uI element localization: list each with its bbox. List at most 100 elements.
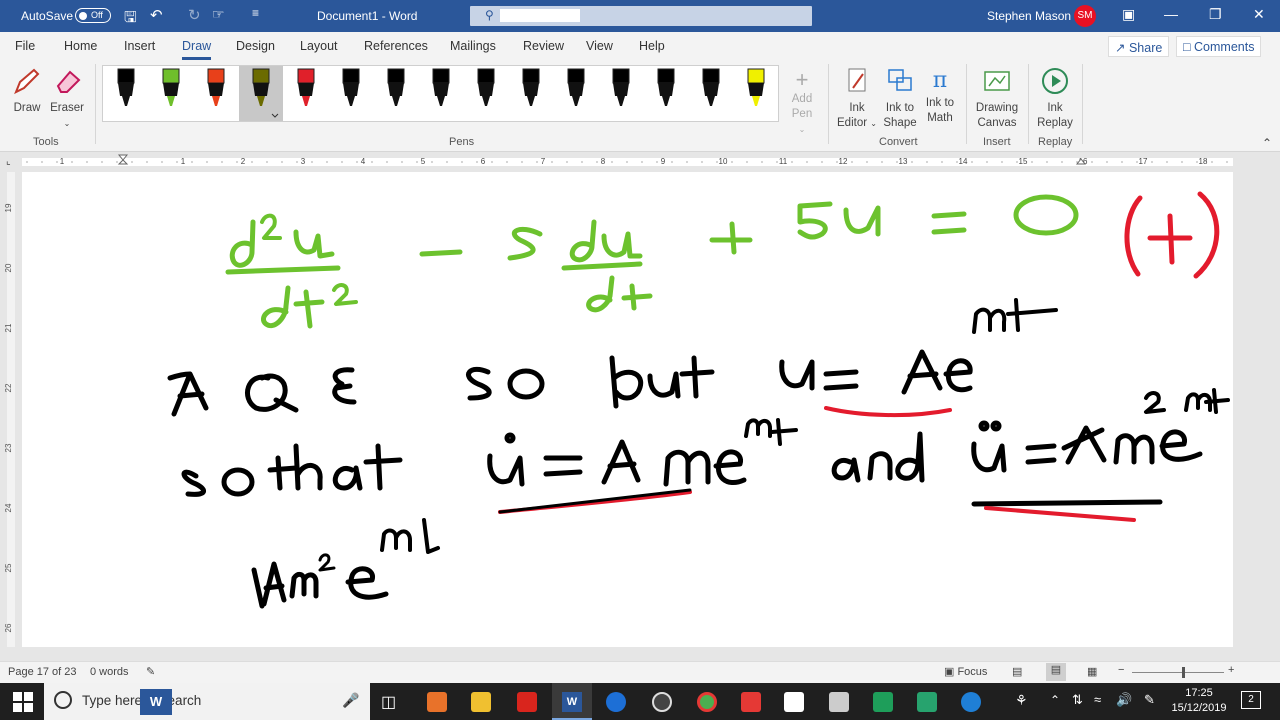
eraser-button[interactable]: Eraser ⌄ [50,66,84,131]
redo-icon[interactable]: ↻ [188,6,201,24]
pen-15[interactable] [747,68,765,106]
autosave-toggle[interactable]: Off [75,8,111,23]
pen-12[interactable] [612,68,630,106]
taskbar-search[interactable]: Type here to search 🎤 [44,683,370,720]
pen-9[interactable] [477,68,495,106]
user-name[interactable]: Stephen Mason [987,9,1071,23]
zoom-out-icon[interactable]: − [1118,664,1124,676]
ink-editor-button[interactable]: Ink Editor ⌄ [836,66,878,131]
tray-chevron-icon[interactable]: ⌃ [1050,693,1060,707]
search-box[interactable]: ⚲ [470,6,812,26]
print-layout-icon[interactable]: ▤ [1046,663,1066,681]
chrome-icon[interactable] [697,692,717,712]
app-icon[interactable] [917,692,937,712]
microphone-icon[interactable]: 🎤 [342,692,359,709]
ribbon-display-icon[interactable]: ▣ [1122,6,1135,23]
customize-qat-icon[interactable]: ≡ [252,6,259,20]
undo-icon[interactable]: ↶ [150,6,163,24]
tab-home[interactable]: Home [64,39,97,53]
camera-icon[interactable] [784,692,804,712]
ruler-number: 2 [241,157,246,166]
document-page[interactable] [22,172,1233,647]
web-layout-icon[interactable]: ▦ [1087,665,1097,678]
collapse-ribbon-icon[interactable]: ⌃ [1262,136,1272,150]
tab-help[interactable]: Help [639,39,665,53]
word-taskbar-button[interactable]: W [552,683,592,720]
read-mode-icon[interactable]: ▤ [1012,665,1022,678]
people-icon[interactable]: ⚘ [1015,692,1028,709]
settings-app-icon[interactable] [741,692,761,712]
pen-13[interactable] [657,68,675,106]
minimize-icon[interactable]: — [1164,6,1178,22]
task-view-icon[interactable]: ◫ [381,692,396,712]
file-explorer-icon[interactable] [471,692,491,712]
horizontal-ruler[interactable]: ⌞ 1123456789101112131415161718 [0,152,1280,172]
pen-5[interactable] [297,68,315,106]
maximize-icon[interactable]: ❐ [1209,6,1222,23]
tab-view[interactable]: View [586,39,613,53]
pen-14[interactable] [702,68,720,106]
ink-canvas[interactable] [22,172,1233,647]
tab-file[interactable]: File [15,39,35,53]
indent-marker[interactable] [117,154,129,165]
draw-tool-button[interactable]: Draw [10,66,44,116]
tab-layout[interactable]: Layout [300,39,338,53]
ink-underline [971,499,1163,507]
ruler-number: 15 [1019,157,1028,166]
search-input[interactable] [500,9,580,22]
pen-8[interactable] [432,68,450,106]
pen-10[interactable] [522,68,540,106]
focus-button[interactable]: ▣ Focus [944,665,987,678]
pen-3[interactable] [207,68,225,106]
zoom-slider[interactable] [1132,672,1224,673]
clock[interactable]: 17:25 15/12/2019 [1168,686,1230,716]
close-icon[interactable]: ✕ [1253,6,1265,23]
acrobat-icon[interactable] [517,692,537,712]
windows-start-icon[interactable] [13,692,33,712]
comments-button[interactable]: □ Comments [1176,36,1262,57]
save-icon[interactable]: 🖫 [124,7,137,32]
tab-insert[interactable]: Insert [124,39,155,53]
vruler-number: 26 [4,623,13,632]
share-button[interactable]: ↗ Share [1108,36,1170,57]
word-overlay-icon[interactable]: W [140,689,172,715]
spider-icon[interactable] [652,692,672,712]
control-panel-icon[interactable] [829,692,849,712]
wifi-icon[interactable]: ≈ [1094,692,1101,707]
ink-du-d [569,219,597,263]
browser-icon[interactable] [961,692,981,712]
shield-app-icon[interactable] [873,692,893,712]
pen-icon[interactable]: ✎ [1144,692,1155,708]
drawing-canvas-button[interactable]: Drawing Canvas [972,66,1022,131]
ink-replay-button[interactable]: Ink Replay [1034,66,1076,131]
pen-7[interactable] [387,68,405,106]
ink-to-math-button[interactable]: π Ink to Math [921,66,959,126]
add-pen-button[interactable]: + Add Pen ⌄ [787,68,817,137]
touch-mode-icon[interactable]: ☞ [212,6,225,23]
vertical-ruler[interactable]: 19 20 21 22 23 24 25 26 [0,172,22,647]
proofing-icon[interactable]: ✎ [146,665,155,678]
notification-icon[interactable]: 2 [1241,691,1261,709]
network-icon[interactable]: ⇅ [1072,692,1083,708]
vruler-number: 22 [4,383,13,392]
volume-icon[interactable]: 🔊 [1116,692,1132,708]
powerpoint-app-icon[interactable] [427,692,447,712]
zoom-slider-thumb[interactable] [1182,667,1185,678]
tab-mailings[interactable]: Mailings [450,39,496,53]
ink-e3 [1159,429,1203,462]
page-count[interactable]: Page 17 of 23 [8,666,77,678]
tab-draw[interactable]: Draw [182,39,212,60]
pen-6[interactable] [342,68,360,106]
pen-2[interactable] [162,68,180,106]
pen-11[interactable] [567,68,585,106]
word-count[interactable]: 0 words [90,666,129,678]
tab-design[interactable]: Design [236,39,275,53]
ribbon-tabs: File Home Insert Draw Design Layout Refe… [0,32,1280,60]
teamviewer-icon[interactable] [606,692,626,712]
pen-1[interactable] [117,68,135,106]
ink-to-shape-button[interactable]: Ink to Shape [880,66,920,131]
zoom-in-icon[interactable]: + [1228,664,1234,676]
avatar[interactable]: SM [1074,5,1096,27]
tab-review[interactable]: Review [523,39,564,53]
tab-references[interactable]: References [364,39,428,53]
